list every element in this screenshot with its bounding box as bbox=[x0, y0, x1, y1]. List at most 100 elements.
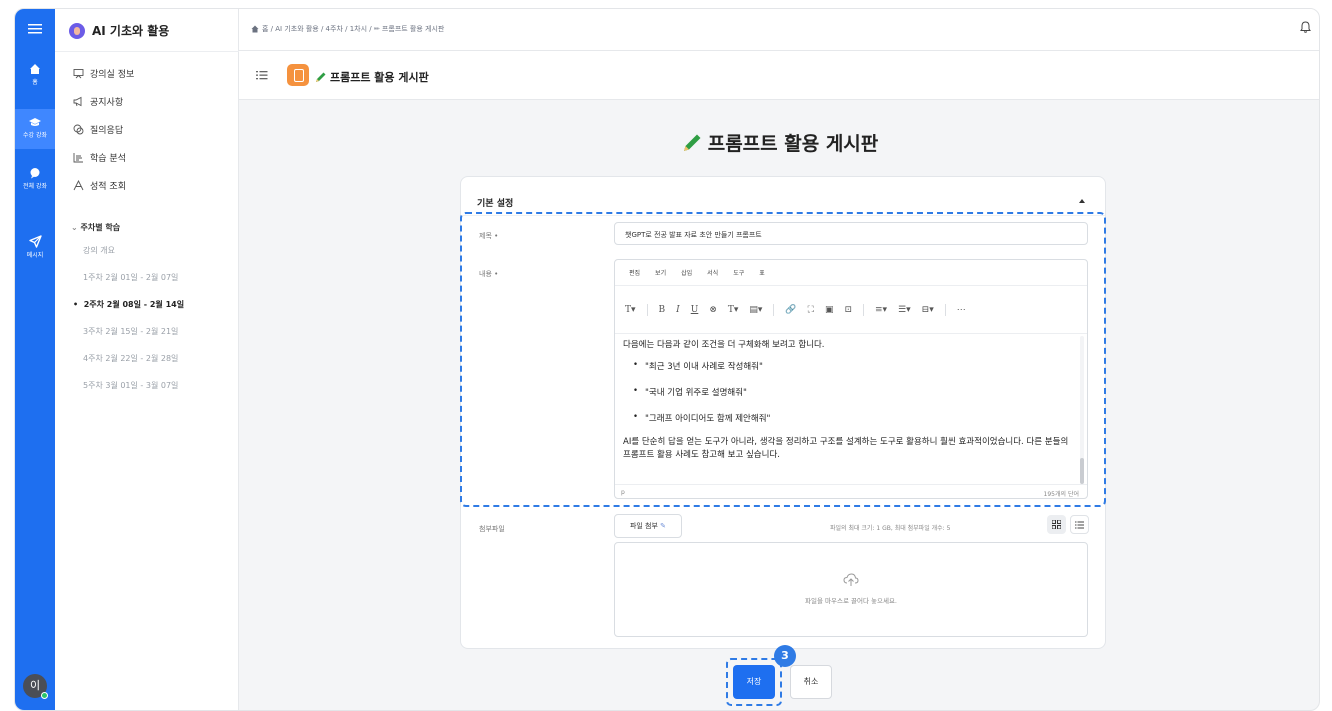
title-input[interactable]: 챗GPT로 전공 발표 자료 초안 만들기 프롬프트 bbox=[614, 222, 1088, 245]
more-options-button[interactable]: ⋯ bbox=[957, 305, 966, 315]
highlight-dropdown[interactable]: ▤▾ bbox=[749, 305, 762, 315]
grid-icon bbox=[1052, 520, 1061, 529]
sidebar-item-grades[interactable]: 성적 조회 bbox=[73, 179, 126, 192]
rail-label-all-courses: 전체 강좌 bbox=[23, 183, 47, 190]
attachment-limit-info: 파일의 최대 크기: 1 GB, 최대 첨부파일 개수: 5 bbox=[830, 525, 951, 532]
media-button[interactable]: ⊡ bbox=[844, 305, 852, 315]
qa-icon bbox=[73, 124, 84, 135]
hamburger-menu-button[interactable] bbox=[15, 23, 55, 35]
editor-menu-edit[interactable]: 편집 bbox=[629, 268, 640, 277]
file-dropzone[interactable]: 파일을 마우스로 끌어다 놓으세요. bbox=[614, 542, 1088, 637]
grade-icon bbox=[73, 180, 84, 191]
clear-format-button[interactable]: ⊗ bbox=[709, 305, 717, 315]
editor-scrollbar-thumb[interactable] bbox=[1080, 458, 1084, 484]
editor-menu-table[interactable]: 표 bbox=[759, 268, 765, 277]
bold-button[interactable]: B bbox=[659, 305, 666, 315]
pencil-icon bbox=[683, 134, 701, 151]
week-section-toggle[interactable]: ⌄ 주차별 학습 bbox=[71, 222, 120, 233]
font-color-dropdown[interactable]: T▾ bbox=[728, 305, 739, 315]
text-style-dropdown[interactable]: T▾ bbox=[625, 305, 636, 315]
breadcrumb[interactable]: 홈 / AI 기초와 활용 / 4주차 / 1차시 / ✏ 프롬프트 활용 게시… bbox=[251, 24, 444, 34]
week-item[interactable]: 강의 개요 bbox=[83, 245, 115, 256]
content-bullet-list: "최근 3년 이내 사례로 작성해줘" "국내 기업 위주로 설명해줘" "그래… bbox=[623, 360, 1069, 424]
rail-item-my-courses[interactable]: 수강 강좌 bbox=[15, 109, 55, 149]
chevron-down-icon: ⌄ bbox=[71, 223, 81, 232]
course-logo-icon bbox=[69, 22, 85, 39]
content-bullet: "그래프 아이디어도 함께 제안해줘" bbox=[633, 412, 1069, 424]
indent-dropdown[interactable]: ⊟▾ bbox=[922, 305, 934, 315]
content-bullet: "최근 3년 이내 사례로 작성해줘" bbox=[633, 360, 1069, 372]
underline-button[interactable]: U bbox=[691, 305, 699, 315]
week-section-title: 주차별 학습 bbox=[80, 223, 121, 232]
rail-item-home[interactable]: 홈 bbox=[15, 63, 55, 86]
breadcrumb-text: 홈 / AI 기초와 활용 / 4주차 / 1차시 / ✏ 프롬프트 활용 게시… bbox=[262, 25, 445, 33]
sidebar-item-notices[interactable]: 공지사항 bbox=[73, 95, 123, 108]
sidebar-item-label: 성적 조회 bbox=[90, 182, 126, 192]
board-name-text: 프롬프트 활용 게시판 bbox=[330, 71, 429, 84]
content-bullet: "국내 기업 위주로 설명해줘" bbox=[633, 386, 1069, 398]
rail-label-home: 홈 bbox=[32, 79, 38, 86]
editor-toolbar: T▾ B I U ⊗ T▾ ▤▾ 🔗 ⛶ ▣ ⊡ ≡▾ ☰▾ ⊟▾ ⋯ bbox=[615, 286, 1087, 334]
sidebar-item-classroom-info[interactable]: 강의실 정보 bbox=[73, 67, 134, 80]
week-item[interactable]: 1주차 2월 01일 - 2월 07일 bbox=[83, 272, 178, 283]
rail-item-all-courses[interactable]: 전체 강좌 bbox=[15, 167, 55, 190]
attachment-field-label: 첨부파일 bbox=[479, 525, 505, 533]
sidebar-item-label: 공지사항 bbox=[90, 98, 124, 108]
section-title: 기본 설정 bbox=[477, 199, 514, 209]
sidebar-item-learning-analytics[interactable]: 학습 분석 bbox=[73, 151, 126, 164]
analytics-icon bbox=[73, 153, 83, 163]
content-bullet-text: "그래프 아이디어도 함께 제안해줘" bbox=[645, 414, 771, 424]
home-icon bbox=[251, 25, 259, 33]
editor-menu-view[interactable]: 보기 bbox=[655, 268, 666, 277]
required-marker: • bbox=[494, 270, 499, 278]
week-item-current[interactable]: • 2주차 2월 08일 - 2월 14일 bbox=[73, 299, 184, 310]
course-header[interactable]: AI 기초와 활용 bbox=[69, 22, 169, 39]
cancel-button[interactable]: 취소 bbox=[790, 665, 832, 699]
board-name: 프롬프트 활용 게시판 bbox=[315, 69, 429, 85]
editor-menubar: 편집 보기 삽입 서식 도구 표 bbox=[615, 260, 1087, 286]
toolbar-separator bbox=[863, 303, 865, 316]
align-dropdown[interactable]: ≡▾ bbox=[875, 305, 887, 315]
board-type-icon bbox=[287, 64, 309, 86]
course-sidebar: AI 기초와 활용 강의실 정보 공지사항 질의응답 학습 분석 성적 조회 ⌄… bbox=[55, 9, 239, 710]
editor-content[interactable]: 다음에는 다음과 같이 조건을 더 구체화해 보려고 합니다. "최근 3년 이… bbox=[615, 334, 1077, 484]
rail-item-messages[interactable]: 메시지 bbox=[15, 235, 55, 259]
week-item[interactable]: 5주차 3월 01일 - 3월 07일 bbox=[83, 380, 178, 391]
sidebar-divider bbox=[55, 51, 239, 52]
current-week-bullet: • bbox=[73, 300, 84, 309]
rail-label-my-courses: 수강 강좌 bbox=[23, 132, 47, 139]
upload-cloud-icon bbox=[843, 573, 859, 586]
megaphone-icon bbox=[73, 96, 82, 107]
classroom-icon bbox=[73, 69, 84, 79]
link-button[interactable]: 🔗 bbox=[785, 305, 796, 315]
image-button[interactable]: ▣ bbox=[825, 305, 834, 315]
dropzone-text: 파일을 마우스로 끌어다 놓으세요. bbox=[805, 597, 897, 605]
attach-file-button[interactable]: 파일 첨부 ✎ bbox=[614, 514, 682, 538]
rich-text-editor[interactable]: 편집 보기 삽입 서식 도구 표 T▾ B I U ⊗ T▾ ▤▾ 🔗 ⛶ ▣ … bbox=[614, 259, 1088, 499]
list-dropdown[interactable]: ☰▾ bbox=[898, 305, 911, 315]
page-title: 프롬프트 활용 게시판 bbox=[239, 129, 1319, 156]
save-button[interactable]: 저장 bbox=[733, 665, 775, 699]
toolbar-separator bbox=[646, 303, 648, 316]
editor-menu-insert[interactable]: 삽입 bbox=[681, 268, 692, 277]
grid-view-toggle[interactable] bbox=[1047, 515, 1066, 534]
list-icon[interactable] bbox=[256, 70, 268, 80]
list-view-toggle[interactable] bbox=[1070, 515, 1089, 534]
content-bullet-text: "국내 기업 위주로 설명해줘" bbox=[645, 388, 747, 398]
board-header: 프롬프트 활용 게시판 bbox=[239, 51, 1319, 100]
editor-menu-tools[interactable]: 도구 bbox=[733, 268, 744, 277]
sidebar-item-qa[interactable]: 질의응답 bbox=[73, 123, 123, 136]
italic-button[interactable]: I bbox=[676, 305, 680, 315]
title-field-label: 제목 • bbox=[479, 231, 498, 241]
fullscreen-button[interactable]: ⛶ bbox=[808, 305, 814, 315]
collapse-caret-icon[interactable] bbox=[1079, 199, 1085, 203]
notification-bell-icon[interactable] bbox=[1300, 21, 1311, 33]
paperclip-icon: ✎ bbox=[660, 522, 667, 530]
week-item[interactable]: 4주차 2월 22일 - 2월 28일 bbox=[83, 353, 178, 364]
home-icon bbox=[30, 64, 40, 74]
chat-icon bbox=[30, 168, 40, 179]
graduation-cap-icon bbox=[29, 118, 41, 126]
week-item[interactable]: 3주차 2월 15일 - 2월 21일 bbox=[83, 326, 178, 337]
editor-menu-format[interactable]: 서식 bbox=[707, 268, 718, 277]
word-count: 195개의 단어 bbox=[1043, 491, 1079, 498]
